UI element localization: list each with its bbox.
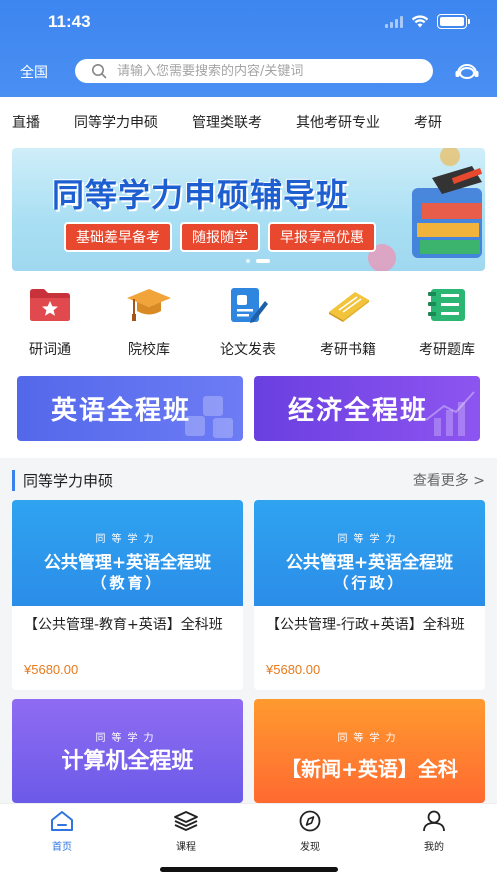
banner-tag: 早报享高优惠 (268, 222, 376, 252)
course-banner-title: 经济全程班 (288, 396, 429, 426)
status-time: 11:43 (48, 12, 91, 31)
card-cover-tag: 同等学力 (337, 534, 402, 545)
section-header: 同等学力申硕 查看更多 > (12, 468, 485, 492)
card-cover-headline: 公共管理+英语全程班 (285, 553, 454, 573)
nav-item-live[interactable]: 直播 (12, 112, 40, 132)
shortcut-label: 研词通 (29, 342, 71, 358)
card-cover-sub: （行政） (333, 574, 406, 592)
course-card[interactable]: 同等学力 计算机全程班 (12, 699, 243, 803)
course-card[interactable]: 同等学力 【新闻+英语】全科 (254, 699, 485, 803)
tab-label: 课程 (176, 842, 196, 853)
card-cover-headline: 计算机全程班 (61, 749, 194, 774)
search-icon (92, 64, 107, 79)
course-card-cover: 同等学力 公共管理+英语全程班 （教育） (12, 500, 243, 606)
shortcut-label: 考研题库 (419, 342, 475, 358)
category-nav: 直播 同等学力申硕 管理类联考 其他考研专业 考研 (0, 97, 497, 147)
shortcut-label: 院校库 (128, 342, 170, 358)
shortcut-label: 论文发表 (220, 342, 276, 358)
home-icon (51, 811, 73, 831)
shortcut-question-bank[interactable]: 考研题库 (402, 285, 492, 359)
document-pen-icon (231, 288, 268, 323)
course-card-cover: 同等学力 计算机全程班 (12, 699, 243, 803)
shortcut-school-library[interactable]: 院校库 (104, 285, 194, 359)
user-icon (423, 810, 445, 832)
search-bar[interactable] (75, 59, 433, 83)
tab-courses[interactable]: 课程 (156, 810, 216, 853)
tab-label: 首页 (52, 842, 72, 853)
card-cover-tag: 同等学力 (95, 534, 160, 545)
cellular-signal-icon (385, 15, 403, 28)
shortcut-paper-publish[interactable]: 论文发表 (203, 285, 293, 359)
wifi-icon (411, 15, 429, 28)
header: 11:43 全国 (0, 0, 497, 97)
nav-item-other-majors[interactable]: 其他考研专业 (296, 112, 380, 132)
tab-label: 我的 (424, 842, 444, 853)
question-bank-icon (428, 289, 465, 321)
customer-service-icon[interactable] (454, 60, 480, 82)
course-card-price: ¥5680.00 (24, 662, 79, 677)
nav-item-postgrad[interactable]: 考研 (414, 112, 442, 132)
layers-icon (174, 811, 198, 831)
course-card[interactable]: 同等学力 公共管理+英语全程班 （行政） 【公共管理-行政+英语】全科班 ¥56… (254, 500, 485, 690)
home-indicator (160, 867, 338, 872)
shortcut-word-tool[interactable]: 研词通 (5, 285, 95, 359)
course-card-title: 【公共管理-行政+英语】全科班 (266, 617, 465, 633)
city-selector[interactable]: 全国 (20, 62, 48, 82)
compass-icon (299, 810, 321, 832)
battery-icon (437, 14, 470, 29)
nav-item-equivalent-degree[interactable]: 同等学力申硕 (74, 112, 158, 132)
status-icons (385, 14, 470, 29)
economics-course-banner[interactable]: 经济全程班 (254, 376, 480, 441)
banner-title: 同等学力申硕辅导班 (52, 176, 350, 214)
card-cover-tag: 同等学力 (337, 733, 402, 744)
card-cover-sub: （教育） (91, 574, 164, 592)
card-cover-headline: 【新闻+英语】全科 (281, 757, 458, 781)
folder-star-icon (30, 289, 70, 321)
banner-tag: 随报随学 (180, 222, 260, 252)
card-cover-headline: 公共管理+英语全程班 (43, 553, 212, 573)
search-input[interactable] (117, 63, 417, 79)
section-title: 同等学力申硕 (12, 469, 113, 491)
course-card-price: ¥5680.00 (266, 662, 321, 677)
course-card-title: 【公共管理-教育+英语】全科班 (24, 617, 223, 633)
tab-profile[interactable]: 我的 (404, 810, 464, 853)
shortcut-books[interactable]: 考研书籍 (303, 285, 393, 359)
course-card-cover: 同等学力 【新闻+英语】全科 (254, 699, 485, 803)
english-course-banner[interactable]: 英语全程班 (17, 376, 243, 441)
book-icon (329, 292, 369, 322)
tab-label: 发现 (300, 842, 320, 853)
card-cover-tag: 同等学力 (95, 733, 160, 744)
promo-banner[interactable]: 同等学力申硕辅导班 基础差早备考 随报随学 早报享高优惠 (12, 148, 485, 271)
shortcut-label: 考研书籍 (320, 342, 376, 358)
tab-home[interactable]: 首页 (32, 810, 92, 853)
banner-tags: 基础差早备考 随报随学 早报享高优惠 (64, 222, 376, 252)
course-banner-title: 英语全程班 (51, 396, 192, 426)
course-card[interactable]: 同等学力 公共管理+英语全程班 （教育） 【公共管理-教育+英语】全科班 ¥56… (12, 500, 243, 690)
graduation-cap-icon (127, 289, 171, 321)
tab-discover[interactable]: 发现 (280, 810, 340, 853)
banner-tag: 基础差早备考 (64, 222, 172, 252)
course-card-cover: 同等学力 公共管理+英语全程班 （行政） (254, 500, 485, 606)
shortcut-grid: 研词通 院校库 论文发表 考研书籍 考研题库 (0, 285, 497, 365)
see-more-link[interactable]: 查看更多 > (413, 470, 485, 490)
banner-pagination (246, 259, 270, 263)
nav-item-management-exam[interactable]: 管理类联考 (192, 112, 262, 132)
